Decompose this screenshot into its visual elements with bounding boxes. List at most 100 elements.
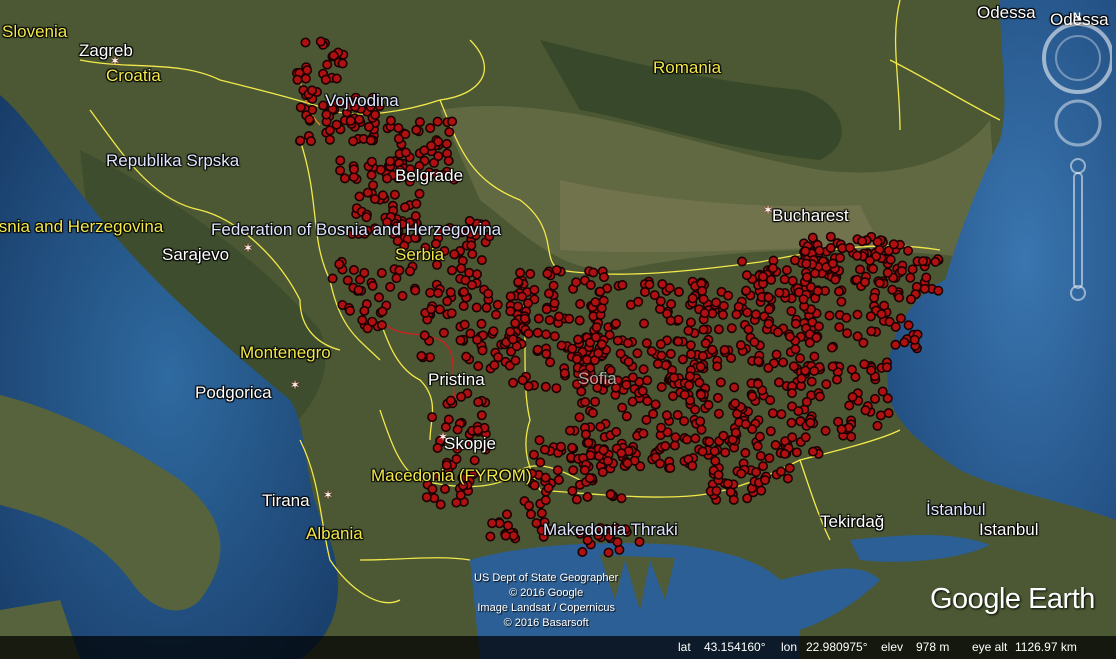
site-marker[interactable] [419, 330, 430, 341]
site-marker[interactable] [334, 259, 345, 270]
site-marker[interactable] [736, 468, 747, 479]
site-marker[interactable] [909, 334, 920, 345]
site-marker[interactable] [595, 421, 606, 432]
site-marker[interactable] [763, 292, 774, 303]
site-marker[interactable] [529, 284, 540, 295]
site-marker[interactable] [850, 371, 861, 382]
site-marker[interactable] [809, 268, 820, 279]
site-marker[interactable] [834, 322, 845, 333]
site-marker[interactable] [353, 285, 364, 296]
site-marker[interactable] [852, 309, 863, 320]
site-marker[interactable] [673, 286, 684, 297]
site-marker[interactable] [805, 417, 816, 428]
site-marker[interactable] [751, 467, 762, 478]
site-marker[interactable] [477, 345, 488, 356]
site-marker[interactable] [476, 410, 487, 421]
site-marker[interactable] [616, 493, 627, 504]
site-marker[interactable] [574, 315, 585, 326]
site-marker[interactable] [567, 442, 578, 453]
site-marker[interactable] [553, 311, 564, 322]
site-marker[interactable] [502, 520, 513, 531]
site-marker[interactable] [348, 164, 359, 175]
site-marker[interactable] [874, 277, 885, 288]
site-marker[interactable] [605, 489, 616, 500]
site-marker[interactable] [559, 368, 570, 379]
site-marker[interactable] [826, 342, 837, 353]
site-marker[interactable] [697, 350, 708, 361]
site-marker[interactable] [598, 445, 609, 456]
site-marker[interactable] [472, 334, 483, 345]
site-marker[interactable] [872, 420, 883, 431]
site-marker[interactable] [695, 389, 706, 400]
site-marker[interactable] [700, 338, 711, 349]
site-marker[interactable] [890, 321, 901, 332]
site-marker[interactable] [711, 485, 722, 496]
site-marker[interactable] [354, 191, 365, 202]
site-marker[interactable] [555, 441, 566, 452]
site-marker[interactable] [637, 385, 648, 396]
site-marker[interactable] [713, 324, 724, 335]
site-marker[interactable] [611, 426, 622, 437]
site-marker[interactable] [800, 365, 811, 376]
site-marker[interactable] [295, 135, 306, 146]
site-marker[interactable] [864, 255, 875, 266]
site-marker[interactable] [572, 334, 583, 345]
site-marker[interactable] [685, 317, 696, 328]
site-marker[interactable] [720, 447, 731, 458]
site-marker[interactable] [728, 494, 739, 505]
site-marker[interactable] [553, 474, 564, 485]
site-marker[interactable] [416, 350, 427, 361]
site-marker[interactable] [533, 313, 544, 324]
site-marker[interactable] [766, 274, 777, 285]
site-marker[interactable] [549, 298, 560, 309]
site-marker[interactable] [765, 426, 776, 437]
site-marker[interactable] [400, 147, 411, 158]
site-marker[interactable] [632, 348, 643, 359]
site-marker[interactable] [697, 446, 708, 457]
site-marker[interactable] [476, 255, 487, 266]
site-marker[interactable] [763, 318, 774, 329]
site-marker[interactable] [532, 327, 543, 338]
site-marker[interactable] [532, 344, 543, 355]
site-marker[interactable] [731, 309, 742, 320]
site-marker[interactable] [656, 350, 667, 361]
site-marker[interactable] [549, 331, 560, 342]
site-marker[interactable] [655, 296, 666, 307]
site-marker[interactable] [517, 375, 528, 386]
site-marker[interactable] [324, 134, 335, 145]
site-marker[interactable] [543, 288, 554, 299]
site-marker[interactable] [305, 136, 316, 147]
site-marker[interactable] [339, 173, 350, 184]
site-marker[interactable] [571, 354, 582, 365]
site-marker[interactable] [876, 309, 887, 320]
site-marker[interactable] [800, 246, 811, 257]
site-marker[interactable] [661, 410, 672, 421]
site-marker[interactable] [540, 472, 551, 483]
site-marker[interactable] [809, 351, 820, 362]
site-marker[interactable] [458, 300, 469, 311]
site-marker[interactable] [485, 531, 496, 542]
site-marker[interactable] [567, 343, 578, 354]
site-marker[interactable] [377, 190, 388, 201]
site-marker[interactable] [536, 508, 547, 519]
site-marker[interactable] [541, 329, 552, 340]
site-marker[interactable] [921, 272, 932, 283]
site-marker[interactable] [638, 318, 649, 329]
site-marker[interactable] [833, 286, 844, 297]
site-marker[interactable] [513, 276, 524, 287]
site-marker[interactable] [798, 294, 809, 305]
site-marker[interactable] [888, 239, 899, 250]
site-marker[interactable] [432, 116, 443, 127]
site-marker[interactable] [534, 435, 545, 446]
site-marker[interactable] [523, 328, 534, 339]
site-marker[interactable] [831, 374, 842, 385]
site-marker[interactable] [447, 116, 458, 127]
site-marker[interactable] [917, 256, 928, 267]
site-marker[interactable] [580, 396, 591, 407]
site-marker[interactable] [685, 340, 696, 351]
site-marker[interactable] [564, 313, 575, 324]
site-marker[interactable] [456, 391, 467, 402]
compass-icon[interactable]: N [1042, 11, 1112, 94]
site-marker[interactable] [774, 287, 785, 298]
site-marker[interactable] [337, 58, 348, 69]
